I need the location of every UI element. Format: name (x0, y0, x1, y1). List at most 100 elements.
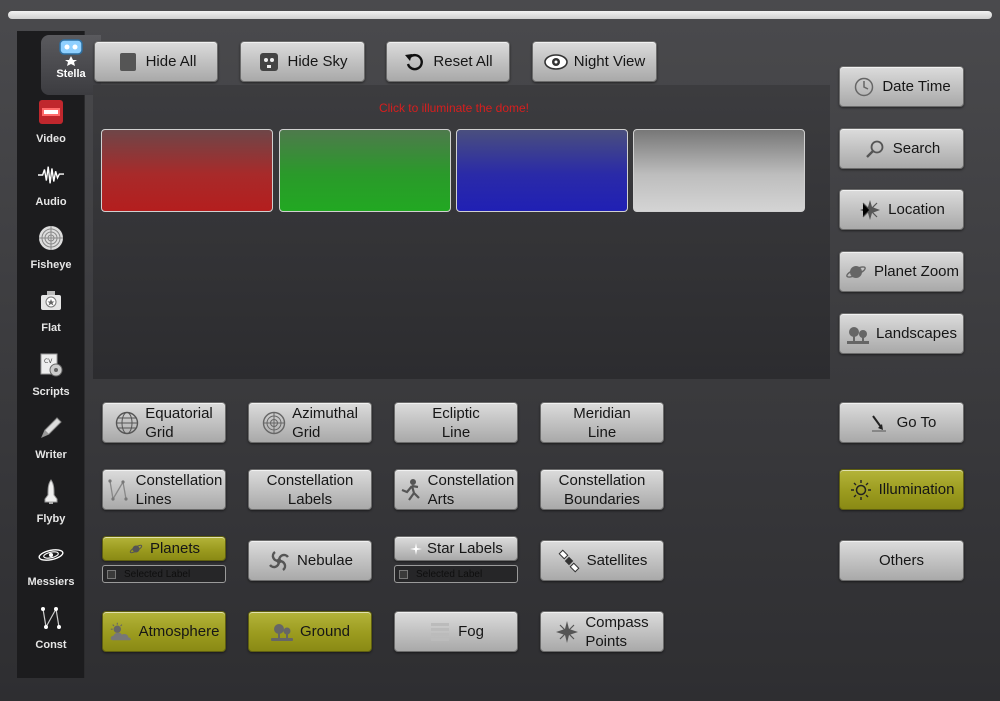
others-label: Others (878, 552, 924, 569)
sidebar-item-video[interactable]: Video (17, 95, 85, 155)
location-button[interactable]: Location (839, 189, 964, 230)
sidebar-item-audio[interactable]: Audio (17, 158, 85, 218)
label-line: Points (585, 632, 628, 650)
others-button[interactable]: Others (839, 540, 964, 581)
meridian-line-button[interactable]: Meridian Line (540, 402, 664, 443)
sidebar-item-fisheye[interactable]: Fisheye (17, 221, 85, 281)
constellation-arts-button[interactable]: Constellation Arts (394, 469, 518, 510)
reset-all-label: Reset All (433, 53, 493, 70)
landscapes-label: Landscapes (876, 325, 957, 342)
compass-star-icon (858, 198, 882, 222)
sidebar-item-label: Messiers (27, 576, 75, 588)
planets-selected-label-toggle[interactable]: Selected Label (102, 565, 226, 583)
ground-trees-icon (270, 620, 294, 644)
fog-label: Fog (458, 623, 484, 640)
sidebar-item-messiers[interactable]: Messiers (17, 538, 85, 598)
nebulae-button[interactable]: Nebulae (248, 540, 372, 581)
stella-small-icon (257, 50, 281, 74)
sidebar: Stella Video Audio Fisheye Flat CV Scrip… (17, 31, 101, 678)
search-button[interactable]: Search (839, 128, 964, 169)
constellation-icon (38, 605, 64, 631)
compass-points-button[interactable]: Compass Points (540, 611, 664, 652)
eye-icon (543, 50, 568, 74)
ecliptic-line-button[interactable]: Ecliptic Line (394, 402, 518, 443)
hide-all-label: Hide All (145, 53, 197, 70)
illumination-label: Illumination (878, 481, 955, 498)
clock-icon (852, 75, 876, 99)
green-swatch[interactable] (279, 129, 451, 212)
go-to-label: Go To (896, 414, 937, 431)
star-labels-selected-label-toggle[interactable]: Selected Label (394, 565, 518, 583)
label-line: Constellation (135, 471, 223, 489)
date-time-label: Date Time (882, 78, 951, 95)
label-line: Constellation (427, 471, 515, 489)
sidebar-item-scripts[interactable]: CV Scripts (17, 348, 85, 408)
constellation-lines-button[interactable]: Constellation Lines (102, 469, 226, 510)
illumination-panel: Click to illuminate the dome! (93, 85, 830, 379)
ecliptic-line-label: Ecliptic Line (432, 404, 480, 442)
label-line: Labels (287, 490, 333, 508)
fog-button[interactable]: Fog (394, 611, 518, 652)
label-line: Constellation (266, 471, 354, 489)
illumination-button[interactable]: Illumination (839, 469, 964, 510)
landscapes-button[interactable]: Landscapes (839, 313, 964, 354)
star-labels-label: Star Labels (427, 540, 503, 557)
reset-arrow-icon (403, 50, 427, 74)
planet-zoom-button[interactable]: Planet Zoom (839, 251, 964, 292)
meridian-line-label: Meridian Line (573, 404, 631, 442)
video-icon (38, 99, 64, 125)
label-line: Constellation (558, 471, 646, 489)
sidebar-item-const[interactable]: Const (17, 601, 85, 661)
atmosphere-button[interactable]: Atmosphere (102, 611, 226, 652)
label-line: Compass (585, 613, 649, 631)
label-line: Boundaries (564, 490, 640, 508)
go-to-button[interactable]: Go To (839, 402, 964, 443)
sidebar-item-flyby[interactable]: Flyby (17, 475, 85, 535)
shuttle-icon (38, 479, 64, 505)
planet-small-icon (128, 541, 144, 557)
nebula-swirl-icon (267, 549, 291, 573)
satellite-icon (557, 549, 581, 573)
blue-swatch[interactable] (456, 129, 628, 212)
white-swatch[interactable] (633, 129, 805, 212)
planets-label: Planets (149, 540, 201, 557)
label-line: Grid (145, 423, 174, 441)
constellation-labels-button[interactable]: Constellation Labels (248, 469, 372, 510)
sidebar-item-label: Audio (35, 196, 67, 208)
hide-sky-button[interactable]: Hide Sky (240, 41, 365, 82)
hide-all-button[interactable]: Hide All (94, 41, 218, 82)
checkbox[interactable] (399, 569, 408, 579)
checkbox[interactable] (107, 569, 116, 579)
azimuthal-grid-label: Azimuthal Grid (292, 404, 358, 442)
night-view-button[interactable]: Night View (532, 41, 657, 82)
reset-all-button[interactable]: Reset All (386, 41, 510, 82)
sidebar-item-label: Flyby (36, 513, 66, 525)
constellation-lines-icon (106, 478, 130, 502)
equatorial-grid-button[interactable]: Equatorial Grid (102, 402, 226, 443)
atmosphere-label: Atmosphere (138, 623, 220, 640)
azimuthal-grid-button[interactable]: Azimuthal Grid (248, 402, 372, 443)
globe-grid-icon (115, 411, 139, 435)
star-labels-button[interactable]: Star Labels (394, 536, 518, 561)
goto-arrow-icon (867, 411, 891, 435)
audio-waveform-icon (38, 162, 64, 188)
constellation-lines-label: Constellation Lines (136, 471, 223, 509)
sidebar-item-label: Video (36, 133, 66, 145)
sidebar-item-flat[interactable]: Flat (17, 284, 85, 344)
ground-button[interactable]: Ground (248, 611, 372, 652)
sidebar-item-writer[interactable]: Writer (17, 411, 85, 471)
constellation-boundaries-button[interactable]: Constellation Boundaries (540, 469, 664, 510)
satellites-button[interactable]: Satellites (540, 540, 664, 581)
label-line: Grid (292, 423, 321, 441)
sidebar-item-label: Scripts (32, 386, 70, 398)
sparkle-icon (409, 542, 423, 556)
illumination-title: Click to illuminate the dome! (378, 101, 530, 115)
sidebar-item-stella[interactable]: Stella (41, 35, 101, 95)
search-label: Search (892, 140, 941, 157)
planets-button[interactable]: Planets (102, 536, 226, 561)
search-icon (863, 137, 887, 161)
red-swatch[interactable] (101, 129, 273, 212)
date-time-button[interactable]: Date Time (839, 66, 964, 107)
planet-zoom-label: Planet Zoom (873, 263, 960, 280)
constellation-arts-label: Constellation Arts (428, 471, 515, 509)
